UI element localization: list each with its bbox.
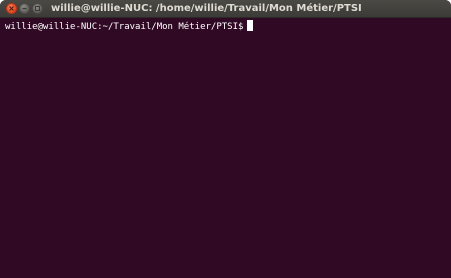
close-button[interactable] — [6, 3, 17, 14]
minimize-button[interactable] — [19, 3, 30, 14]
window-title: willie@willie-NUC: /home/willie/Travail/… — [51, 3, 362, 14]
terminal-window: willie@willie-NUC: /home/willie/Travail/… — [0, 0, 451, 278]
close-icon — [9, 6, 14, 11]
shell-prompt: willie@willie-NUC:~/Travail/Mon Métier/P… — [5, 22, 244, 32]
maximize-button[interactable] — [32, 3, 43, 14]
terminal-area[interactable]: willie@willie-NUC:~/Travail/Mon Métier/P… — [0, 18, 451, 278]
maximize-icon — [35, 6, 40, 11]
minimize-icon — [22, 7, 27, 10]
title-bar[interactable]: willie@willie-NUC: /home/willie/Travail/… — [0, 0, 451, 18]
prompt-line: willie@willie-NUC:~/Travail/Mon Métier/P… — [5, 20, 254, 33]
text-cursor — [247, 20, 254, 31]
